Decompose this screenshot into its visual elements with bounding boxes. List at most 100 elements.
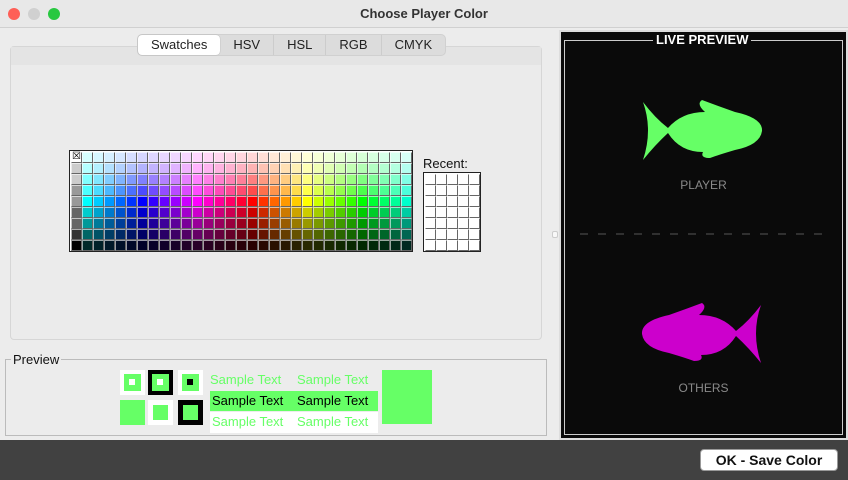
color-swatch[interactable] — [379, 229, 390, 240]
recent-swatch[interactable] — [469, 196, 480, 207]
recent-swatch[interactable] — [436, 240, 447, 251]
color-swatch[interactable] — [93, 207, 104, 218]
color-swatch[interactable] — [159, 174, 170, 185]
color-swatch[interactable] — [291, 196, 302, 207]
color-swatch[interactable] — [313, 240, 324, 251]
color-swatch[interactable] — [126, 196, 137, 207]
color-swatch[interactable] — [225, 152, 236, 163]
color-swatch[interactable] — [335, 163, 346, 174]
color-swatch[interactable] — [225, 229, 236, 240]
color-swatch[interactable] — [324, 207, 335, 218]
color-swatch[interactable] — [335, 174, 346, 185]
color-swatch[interactable] — [181, 218, 192, 229]
color-swatch[interactable] — [170, 152, 181, 163]
recent-swatch[interactable] — [469, 240, 480, 251]
color-swatch[interactable] — [357, 229, 368, 240]
color-swatch[interactable] — [71, 240, 82, 251]
color-swatch[interactable] — [346, 185, 357, 196]
color-swatch[interactable] — [379, 218, 390, 229]
color-swatch[interactable] — [302, 229, 313, 240]
color-swatch[interactable] — [104, 174, 115, 185]
color-swatch[interactable] — [335, 185, 346, 196]
zoom-window-button[interactable] — [48, 8, 60, 20]
color-swatch[interactable] — [390, 229, 401, 240]
color-swatch[interactable] — [82, 163, 93, 174]
recent-swatch[interactable] — [469, 218, 480, 229]
color-swatch[interactable] — [324, 229, 335, 240]
color-swatch[interactable] — [401, 196, 412, 207]
color-swatch[interactable] — [280, 240, 291, 251]
color-swatch[interactable] — [192, 196, 203, 207]
recent-swatch[interactable] — [425, 207, 436, 218]
color-swatch[interactable] — [401, 207, 412, 218]
color-swatch[interactable] — [170, 174, 181, 185]
color-swatch[interactable] — [346, 152, 357, 163]
color-swatch[interactable] — [280, 229, 291, 240]
color-swatch[interactable] — [214, 240, 225, 251]
color-swatch[interactable] — [225, 196, 236, 207]
recent-swatch[interactable] — [436, 174, 447, 185]
color-swatch[interactable] — [401, 174, 412, 185]
color-swatch[interactable] — [258, 174, 269, 185]
color-swatch[interactable] — [335, 218, 346, 229]
color-swatch[interactable] — [203, 174, 214, 185]
color-swatch[interactable] — [247, 196, 258, 207]
color-swatch[interactable] — [159, 163, 170, 174]
color-swatch[interactable] — [390, 207, 401, 218]
color-swatch[interactable] — [170, 229, 181, 240]
color-swatch[interactable] — [401, 163, 412, 174]
color-swatch[interactable] — [357, 207, 368, 218]
color-swatch[interactable] — [379, 163, 390, 174]
color-swatch[interactable] — [126, 185, 137, 196]
recent-swatch[interactable] — [447, 196, 458, 207]
color-swatch[interactable] — [258, 152, 269, 163]
color-swatch[interactable] — [247, 207, 258, 218]
color-swatch[interactable] — [137, 163, 148, 174]
color-swatch[interactable] — [214, 174, 225, 185]
recent-swatch[interactable] — [436, 229, 447, 240]
color-swatch[interactable] — [346, 163, 357, 174]
color-swatch[interactable] — [104, 240, 115, 251]
color-swatch[interactable] — [192, 152, 203, 163]
color-swatch[interactable] — [401, 240, 412, 251]
color-swatch[interactable] — [82, 207, 93, 218]
color-swatch[interactable] — [368, 218, 379, 229]
recent-swatch[interactable] — [458, 196, 469, 207]
recent-swatch[interactable] — [458, 229, 469, 240]
color-swatch[interactable] — [104, 152, 115, 163]
color-swatch[interactable] — [247, 240, 258, 251]
color-swatch[interactable] — [148, 163, 159, 174]
color-swatch[interactable] — [280, 196, 291, 207]
color-swatch[interactable] — [324, 240, 335, 251]
color-swatch[interactable] — [269, 207, 280, 218]
color-swatch[interactable] — [225, 174, 236, 185]
recent-swatch[interactable] — [436, 196, 447, 207]
color-swatch[interactable] — [280, 163, 291, 174]
color-swatch[interactable] — [115, 196, 126, 207]
color-swatch[interactable] — [390, 152, 401, 163]
color-swatch[interactable] — [379, 196, 390, 207]
recent-swatch[interactable] — [447, 229, 458, 240]
tab-hsl[interactable]: HSL — [273, 35, 325, 55]
split-pane-divider[interactable] — [552, 231, 558, 238]
color-swatch[interactable] — [82, 196, 93, 207]
color-swatch[interactable] — [192, 185, 203, 196]
color-swatch[interactable] — [258, 240, 269, 251]
color-swatch[interactable] — [126, 163, 137, 174]
color-swatch[interactable] — [390, 196, 401, 207]
color-swatch[interactable] — [280, 218, 291, 229]
color-swatch[interactable] — [379, 152, 390, 163]
color-swatch[interactable] — [313, 229, 324, 240]
color-swatch[interactable] — [280, 207, 291, 218]
color-swatch[interactable] — [71, 185, 82, 196]
color-swatch[interactable] — [225, 218, 236, 229]
recent-swatch[interactable] — [458, 207, 469, 218]
color-swatch[interactable] — [82, 174, 93, 185]
color-swatch[interactable] — [71, 229, 82, 240]
color-swatch[interactable] — [115, 240, 126, 251]
color-swatch[interactable] — [170, 240, 181, 251]
recent-swatch[interactable] — [469, 229, 480, 240]
color-swatch[interactable] — [159, 185, 170, 196]
recent-swatch[interactable] — [425, 218, 436, 229]
recent-swatch[interactable] — [458, 218, 469, 229]
